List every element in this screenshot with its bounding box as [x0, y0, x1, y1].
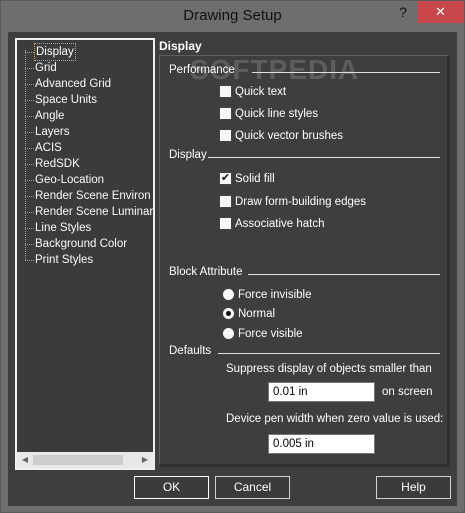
scroll-right-icon[interactable]: ▶: [137, 452, 153, 468]
associative-hatch-checkbox[interactable]: Associative hatch: [219, 217, 325, 230]
checkbox-label: Draw form-building edges: [235, 195, 367, 208]
tree-connector: [25, 180, 34, 181]
normal-radio[interactable]: Normal: [222, 307, 275, 320]
display-group-label: Display: [169, 149, 207, 161]
pen-width-input[interactable]: [268, 434, 375, 454]
tree-connector: [25, 116, 34, 117]
suppress-display-label: Suppress display of objects smaller than: [226, 363, 432, 375]
force-visible-radio[interactable]: Force visible: [222, 327, 303, 340]
divider: [218, 353, 440, 354]
radio-circle: [222, 307, 235, 320]
scrollbar-thumb[interactable]: [33, 455, 123, 465]
checkbox-box: [219, 129, 232, 142]
tree-connector: [25, 244, 34, 245]
quick-vector-brushes-checkbox[interactable]: Quick vector brushes: [219, 129, 343, 142]
tree-item[interactable]: RedSDK: [35, 156, 80, 172]
radio-circle: [222, 288, 235, 301]
tree-item[interactable]: Geo-Location: [35, 172, 104, 188]
radio-label: Force visible: [238, 327, 303, 340]
quick-text-checkbox[interactable]: Quick text: [219, 85, 286, 98]
scroll-left-icon[interactable]: ◀: [17, 452, 33, 468]
divider: [248, 274, 440, 275]
tree-connector: [25, 148, 34, 149]
tree-item[interactable]: Print Styles: [35, 252, 93, 268]
checkbox-box: [219, 195, 232, 208]
tree-item[interactable]: Background Color: [35, 236, 127, 252]
tree-connector: [25, 228, 34, 229]
tree-item[interactable]: Render Scene Luminar: [35, 204, 153, 220]
suppress-size-input[interactable]: [268, 382, 375, 402]
radio-selected-dot: [226, 311, 231, 316]
radio-label: Force invisible: [238, 288, 312, 301]
divider: [252, 72, 440, 73]
tree-item[interactable]: Line Styles: [35, 220, 91, 236]
tree-item[interactable]: Layers: [35, 124, 70, 140]
tree-connector: [25, 52, 34, 53]
checkbox-label: Quick line styles: [235, 107, 319, 120]
tree-connector: [25, 84, 34, 85]
tree-connector: [25, 164, 34, 165]
help-button[interactable]: Help: [376, 476, 451, 499]
checkbox-box: ✔: [219, 172, 232, 185]
help-icon[interactable]: ?: [389, 1, 417, 23]
checkbox-label: Quick text: [235, 85, 287, 98]
checkbox-box: [219, 85, 232, 98]
solid-fill-checkbox[interactable]: ✔ Solid fill: [219, 172, 275, 185]
tree-connector: [25, 212, 34, 213]
performance-group-label: Performance: [169, 64, 235, 76]
radio-circle: [222, 327, 235, 340]
defaults-group-label: Defaults: [169, 345, 212, 357]
quick-line-styles-checkbox[interactable]: Quick line styles: [219, 107, 318, 120]
check-mark-icon: ✔: [220, 172, 231, 184]
tree-item[interactable]: Space Units: [35, 92, 97, 108]
force-invisible-radio[interactable]: Force invisible: [222, 288, 312, 301]
display-settings-panel: SOFTPEDIA Performance Quick text Quick l…: [159, 54, 450, 467]
title-bar: Drawing Setup ? ✕: [1, 1, 464, 32]
tree-item[interactable]: ACIS: [35, 140, 62, 156]
tree-connector: [25, 68, 34, 69]
dialog-client: Display Grid Advanced Grid Space Units Angle…: [8, 32, 457, 506]
block-attribute-group-label: Block Attribute: [169, 266, 243, 278]
divider: [208, 157, 440, 158]
checkbox-box: [219, 107, 232, 120]
tree-item[interactable]: Display: [34, 43, 76, 61]
panel-title: Display: [159, 39, 202, 53]
tree-item[interactable]: Render Scene Environ: [35, 188, 151, 204]
category-tree[interactable]: Display Grid Advanced Grid Space Units Angle…: [15, 38, 155, 470]
cancel-button[interactable]: Cancel: [215, 476, 290, 499]
drawing-setup-window: Drawing Setup ? ✕ Display Grid Advanced Gr…: [0, 0, 465, 513]
checkbox-box: [219, 217, 232, 230]
on-screen-label: on screen: [382, 386, 433, 398]
checkbox-label: Quick vector brushes: [235, 129, 344, 142]
draw-form-building-edges-checkbox[interactable]: Draw form-building edges: [219, 195, 366, 208]
tree-connector: [25, 132, 34, 133]
tree-connector: [25, 260, 34, 261]
tree-connector: [25, 196, 34, 197]
pen-width-label: Device pen width when zero value is used…: [226, 413, 444, 425]
tree-item[interactable]: Advanced Grid: [35, 76, 111, 92]
tree-item[interactable]: Grid: [35, 60, 57, 76]
tree-item[interactable]: Angle: [35, 108, 64, 124]
ok-button[interactable]: OK: [134, 476, 209, 499]
tree-horizontal-scrollbar[interactable]: ◀ ▶: [17, 452, 153, 468]
close-icon[interactable]: ✕: [418, 1, 463, 23]
radio-label: Normal: [238, 307, 276, 320]
checkbox-label: Solid fill: [235, 172, 275, 185]
checkbox-label: Associative hatch: [235, 217, 325, 230]
tree-connector: [25, 100, 34, 101]
